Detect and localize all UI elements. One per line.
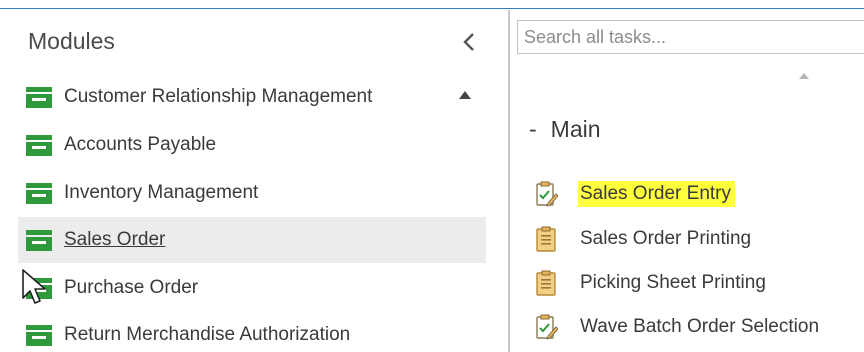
module-item-label: Sales Order — [64, 229, 166, 250]
module-item-label: Customer Relationship Management — [64, 86, 373, 107]
clipboard-icon — [536, 226, 556, 252]
top-edge-strip — [0, 0, 864, 9]
module-item-label: Purchase Order — [64, 277, 199, 298]
group-collapse-symbol[interactable]: - — [529, 116, 537, 142]
modules-title: Modules — [28, 28, 115, 54]
triangle-up-icon[interactable] — [458, 90, 472, 100]
clipboard-icon — [536, 270, 556, 296]
chevron-left-icon — [463, 33, 474, 51]
task-item-sales-order-entry[interactable]: Sales Order Entry — [534, 177, 735, 211]
task-item-label: Picking Sheet Printing — [580, 272, 766, 293]
module-item-label: Return Merchandise Authorization — [64, 324, 351, 345]
module-item-purchase-order[interactable]: Purchase Order — [18, 265, 486, 311]
modules-panel: Modules Customer Relationship Management — [10, 10, 500, 352]
task-item-picking-sheet-printing[interactable]: Picking Sheet Printing — [534, 266, 770, 300]
tasks-panel: -Main Sales Order Entry Sales Order Prin… — [512, 10, 864, 352]
scroll-up-arrow-icon[interactable] — [798, 72, 810, 80]
panel-divider[interactable] — [508, 10, 510, 352]
module-folder-icon — [26, 87, 52, 108]
module-item-customer-relationship-management[interactable]: Customer Relationship Management — [18, 74, 486, 120]
module-folder-icon — [26, 135, 52, 156]
task-item-wave-batch-order-selection[interactable]: Wave Batch Order Selection — [534, 310, 823, 344]
module-folder-icon — [26, 183, 52, 204]
module-folder-icon — [26, 325, 52, 346]
task-item-label: Wave Batch Order Selection — [580, 316, 820, 337]
collapse-panel-button[interactable] — [459, 28, 479, 56]
module-item-label: Accounts Payable — [64, 134, 217, 155]
module-item-accounts-payable[interactable]: Accounts Payable — [18, 122, 486, 168]
module-item-inventory-management[interactable]: Inventory Management — [18, 170, 486, 216]
task-item-label: Sales Order Entry — [578, 181, 735, 207]
module-item-return-merchandise-authorization[interactable]: Return Merchandise Authorization — [18, 312, 486, 352]
clipboard-pencil-icon — [536, 181, 558, 207]
group-title: Main — [550, 116, 601, 142]
module-item-sales-order[interactable]: Sales Order — [18, 217, 486, 263]
task-item-label: Sales Order Printing — [580, 228, 752, 249]
module-item-label: Inventory Management — [64, 182, 259, 203]
module-folder-icon — [26, 230, 52, 251]
task-item-sales-order-printing[interactable]: Sales Order Printing — [534, 222, 755, 256]
clipboard-pencil-icon — [536, 314, 558, 340]
mouse-cursor-icon — [22, 269, 46, 304]
task-group-header[interactable]: - Main — [529, 116, 601, 143]
search-tasks-input[interactable] — [517, 20, 864, 54]
app-window: Modules Customer Relationship Management — [0, 0, 864, 352]
